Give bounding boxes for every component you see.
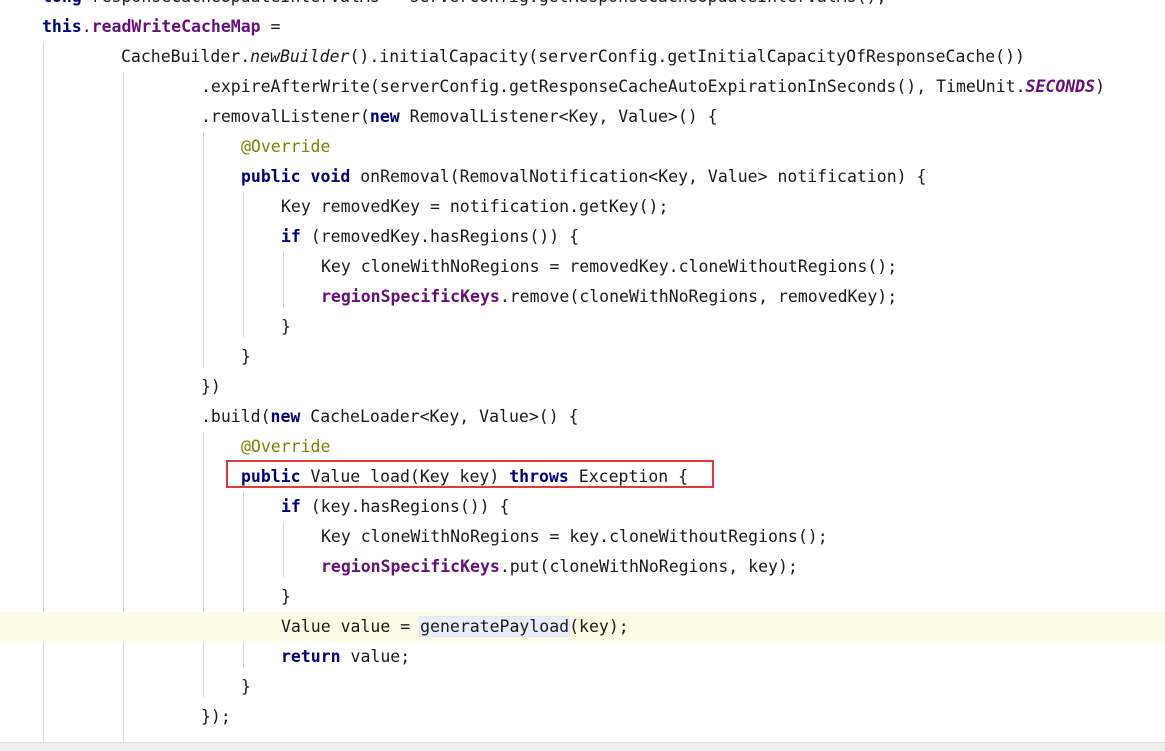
code-token: CacheLoader<Key, Value>() { [300, 407, 579, 426]
code-token: = [260, 17, 281, 36]
code-text: } [281, 582, 291, 612]
code-token: .expireAfterWrite(serverConfig.getRespon… [201, 77, 1026, 96]
code-text: .removalListener(new RemovalListener<Key… [201, 102, 718, 132]
code-text: regionSpecificKeys.remove(cloneWithNoReg… [321, 282, 897, 312]
code-text: Key cloneWithNoRegions = removedKey.clon… [321, 252, 897, 282]
code-text: }) [201, 372, 221, 402]
code-token: Value value = [281, 617, 421, 636]
code-token: new [369, 107, 400, 126]
code-token: ().initialCapacity(serverConfig.getIniti… [349, 47, 1025, 66]
code-line[interactable]: long responseCacheUpdateIntervalMs = ser… [0, 0, 1165, 12]
code-token: (removedKey.hasRegions()) { [300, 227, 580, 246]
code-token: } [281, 317, 291, 336]
code-token: newBuilder [250, 47, 350, 66]
code-token: public [241, 167, 301, 186]
code-text: CacheBuilder.newBuilder().initialCapacit… [121, 42, 1025, 72]
highlighted-identifier: generatePayload [420, 617, 570, 636]
code-token: } [241, 677, 251, 696]
code-token: readWriteCacheMap [91, 17, 261, 36]
code-token: Key cloneWithNoRegions = removedKey.clon… [321, 257, 898, 276]
code-token: .put(cloneWithNoRegions, key); [499, 557, 798, 576]
code-line[interactable]: Key cloneWithNoRegions = removedKey.clon… [0, 252, 1165, 282]
code-token: void [310, 167, 351, 186]
code-text: } [281, 312, 291, 342]
code-text: if (key.hasRegions()) { [281, 492, 510, 522]
code-line[interactable]: } [0, 312, 1165, 342]
code-token: }); [201, 707, 231, 726]
code-line[interactable]: }) [0, 372, 1165, 402]
current-code-line[interactable]: Value value = generatePayload(key); [0, 612, 1165, 642]
code-token: .removalListener( [201, 107, 370, 126]
code-line[interactable]: if (removedKey.hasRegions()) { [0, 222, 1165, 252]
code-line[interactable]: .removalListener(new RemovalListener<Key… [0, 102, 1165, 132]
code-line[interactable]: } [0, 672, 1165, 702]
code-token: if [281, 227, 301, 246]
code-token: responseCacheUpdateIntervalMs = serverCo… [92, 0, 887, 6]
code-token: if [281, 497, 301, 516]
code-token: onRemoval(RemovalNotification<Key, Value… [350, 167, 927, 186]
code-line[interactable]: this.readWriteCacheMap = [0, 12, 1165, 42]
code-line[interactable]: CacheBuilder.newBuilder().initialCapacit… [0, 42, 1165, 72]
code-token: value; [340, 647, 411, 666]
code-token: this [42, 17, 82, 36]
code-line[interactable]: .expireAfterWrite(serverConfig.getRespon… [0, 72, 1165, 102]
code-text: Key removedKey = notification.getKey(); [281, 192, 668, 222]
code-token: }) [201, 377, 221, 396]
code-line[interactable]: @Override [0, 132, 1165, 162]
code-token: (key); [569, 617, 629, 636]
code-text: public void onRemoval(RemovalNotificatio… [241, 162, 926, 192]
code-token: .remove(cloneWithNoRegions, removedKey); [499, 287, 898, 306]
code-text: Key cloneWithNoRegions = key.cloneWithou… [321, 522, 828, 552]
code-token: . [81, 17, 92, 36]
code-text: this.readWriteCacheMap = [42, 12, 280, 42]
code-token: ) [1095, 77, 1105, 96]
code-text: long responseCacheUpdateIntervalMs = ser… [42, 0, 886, 12]
code-token: regionSpecificKeys [321, 287, 500, 306]
code-token: @Override [241, 437, 331, 456]
code-line[interactable]: Key cloneWithNoRegions = key.cloneWithou… [0, 522, 1165, 552]
code-text: if (removedKey.hasRegions()) { [281, 222, 579, 252]
code-line[interactable]: }); [0, 702, 1165, 732]
code-token: regionSpecificKeys [321, 557, 500, 576]
code-line[interactable]: if (key.hasRegions()) { [0, 492, 1165, 522]
code-token: CacheBuilder. [121, 47, 251, 66]
code-line[interactable]: regionSpecificKeys.put(cloneWithNoRegion… [0, 552, 1165, 582]
code-line[interactable]: } [0, 582, 1165, 612]
code-token: Key cloneWithNoRegions = key.cloneWithou… [321, 527, 828, 546]
code-text: @Override [241, 432, 330, 462]
code-line[interactable]: public void onRemoval(RemovalNotificatio… [0, 162, 1165, 192]
code-text: }); [201, 702, 231, 732]
code-text: @Override [241, 132, 330, 162]
code-token: SECONDS [1025, 77, 1096, 96]
code-line[interactable]: Key removedKey = notification.getKey(); [0, 192, 1165, 222]
code-token: @Override [241, 137, 331, 156]
highlight-box [226, 460, 714, 488]
code-token: } [281, 587, 291, 606]
code-token: return [281, 647, 341, 666]
code-text: .build(new CacheLoader<Key, Value>() { [201, 402, 579, 432]
code-token: .build( [201, 407, 271, 426]
code-text: } [241, 342, 251, 372]
code-text: regionSpecificKeys.put(cloneWithNoRegion… [321, 552, 798, 582]
code-line[interactable]: @Override [0, 432, 1165, 462]
code-token: RemovalListener<Key, Value>() { [399, 107, 718, 126]
code-line[interactable]: } [0, 342, 1165, 372]
code-text: Value value = generatePayload(key); [281, 612, 629, 642]
code-editor[interactable]: long responseCacheUpdateIntervalMs = ser… [0, 0, 1165, 742]
code-token: long [42, 0, 92, 6]
code-text: return value; [281, 642, 410, 672]
code-line[interactable]: .build(new CacheLoader<Key, Value>() { [0, 402, 1165, 432]
code-token: new [270, 407, 301, 426]
code-line[interactable]: return value; [0, 642, 1165, 672]
code-text: } [241, 672, 251, 702]
code-token: (key.hasRegions()) { [300, 497, 510, 516]
code-token: Key removedKey = notification.getKey(); [281, 197, 669, 216]
code-text: .expireAfterWrite(serverConfig.getRespon… [201, 72, 1105, 102]
code-line[interactable]: regionSpecificKeys.remove(cloneWithNoReg… [0, 282, 1165, 312]
code-token: } [241, 347, 251, 366]
